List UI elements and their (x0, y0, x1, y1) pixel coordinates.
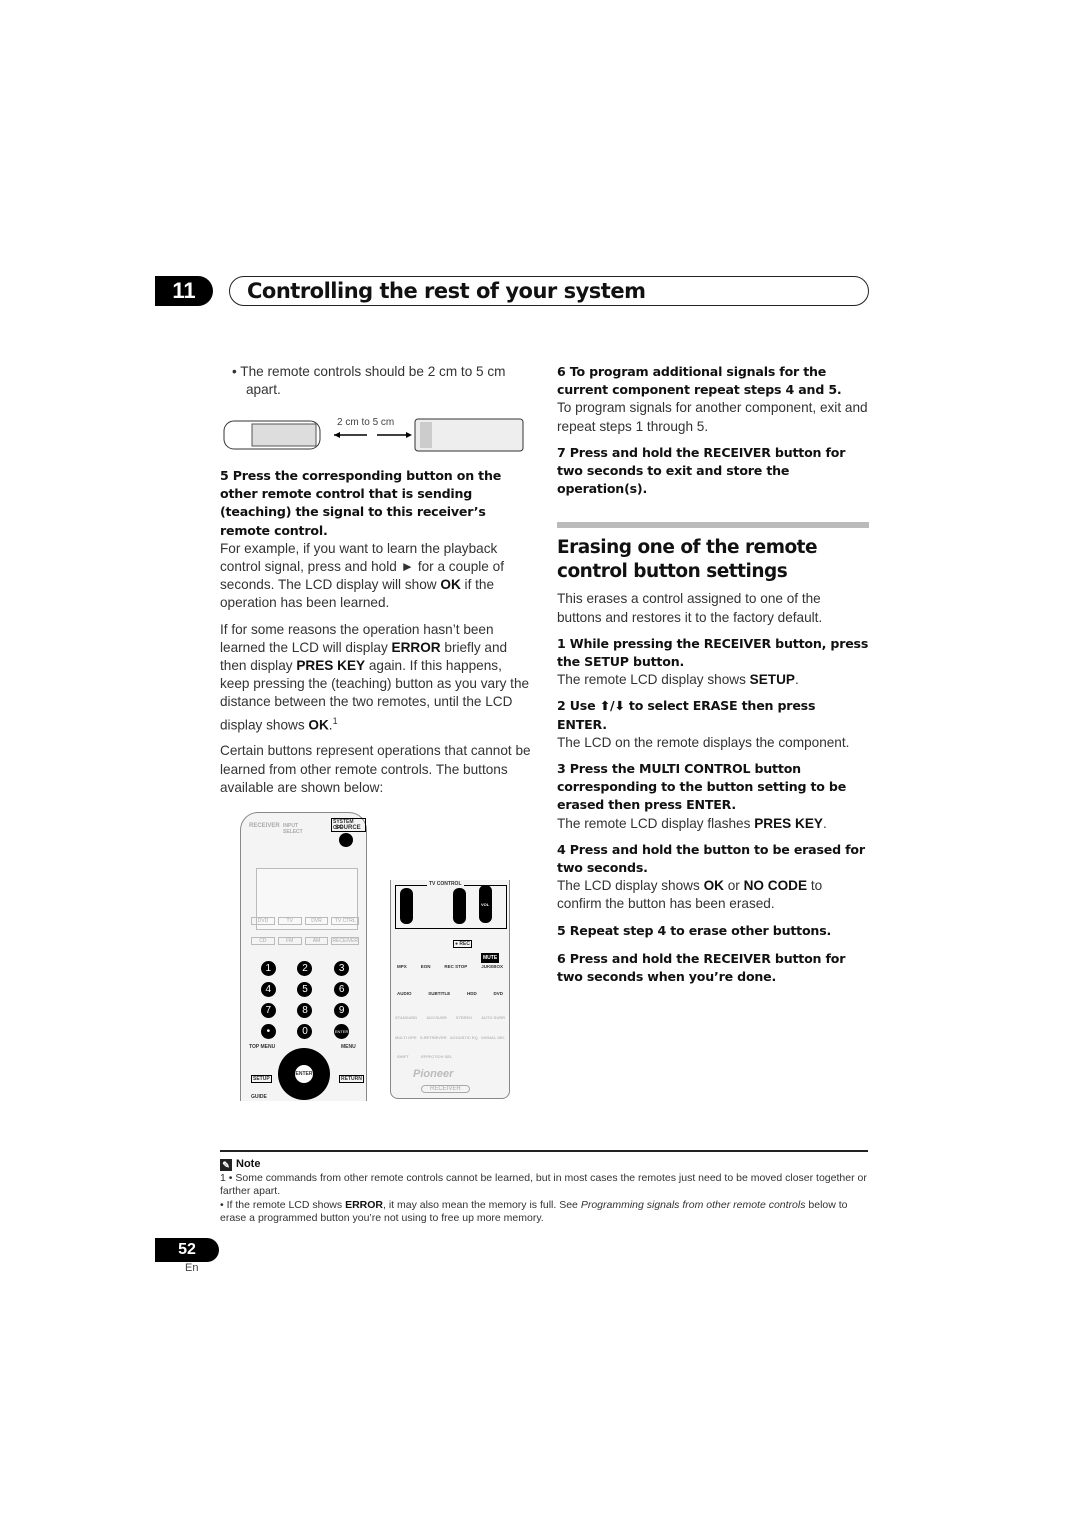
erase-step-2-text: The LCD on the remote displays the compo… (557, 734, 850, 750)
rec-label: ● REC (453, 940, 472, 948)
digit-button[interactable]: 7 (260, 1003, 276, 1018)
section-divider (557, 522, 869, 529)
footnote-ref[interactable]: 1 (333, 716, 338, 726)
digit-button[interactable]: 6 (334, 982, 350, 997)
enter-button[interactable]: ENTER (293, 1063, 315, 1085)
language-label: En (185, 1262, 199, 1274)
input-button[interactable]: DVR (304, 917, 329, 925)
left-column-top: • The remote controls should be 2 cm to … (232, 363, 522, 407)
mute-button[interactable]: MUTE (481, 953, 500, 963)
digit-button[interactable]: • (260, 1024, 276, 1039)
remote-figure: RECEIVER INPUT SELECT SYSTEM OFF SOURCE … (240, 812, 530, 1111)
distance-label: 2 cm to 5 cm (337, 417, 395, 428)
digit-button[interactable]: 8 (297, 1003, 313, 1018)
shift-label: SHIFT (397, 1054, 409, 1059)
input-button[interactable]: TV CTRL (331, 917, 359, 925)
pioneer-logo: Pioneer (413, 1068, 454, 1080)
step-6-title: 6 To program additional signals for the … (557, 364, 842, 398)
cross-reference-link[interactable]: Programming signals from other remote co… (581, 1199, 806, 1211)
input-button[interactable]: CD (251, 937, 275, 945)
digit-button[interactable]: 5 (297, 982, 313, 997)
guide-label: GUIDE (251, 1094, 267, 1100)
section-title: Erasing one of the remote control button… (557, 537, 818, 583)
sub-remote: TV CONTROL VOL ● REC MUTE MPX EON REC STOP… (390, 880, 510, 1099)
erase-step-4-text: The LCD display shows OK or NO CODE to c… (557, 878, 823, 912)
note-heading: ✎ Note (220, 1158, 868, 1172)
number-pad: 1 2 3 4 5 6 7 8 9 • 0 ENTER (257, 961, 353, 1039)
digit-button[interactable]: 0 (297, 1024, 313, 1039)
vol-label: VOL (481, 902, 490, 907)
input-buttons: DVD TV DVR TV CTRL CD FM AM RECEIVER (251, 917, 359, 945)
erase-step-3-text: The remote LCD display flashes PRES KEY. (557, 815, 827, 831)
return-label: RETURN (339, 1075, 364, 1083)
receiver-power-label: RECEIVER (249, 823, 280, 829)
paragraph-error: If for some reasons the operation hasn’t… (220, 621, 530, 733)
note-section: ✎ Note 1 • Some commands from other remot… (220, 1150, 868, 1226)
bullet-text: The remote controls should be 2 cm to 5 … (240, 364, 506, 398)
tv-control-label: TV CONTROL (427, 881, 464, 887)
section-intro: This erases a control assigned to one of… (557, 591, 823, 625)
digit-button[interactable]: 4 (260, 982, 276, 997)
input-button[interactable]: RECEIVER (331, 937, 359, 945)
note-line-2: • If the remote LCD shows ERROR, it may … (220, 1198, 848, 1225)
input-button[interactable]: DVD (251, 917, 275, 925)
surround-labels: STANDARD ADV.SURR STEREO AUTO SURR (395, 1015, 505, 1020)
input-button[interactable]: AM (304, 937, 329, 945)
chapter-title: Controlling the rest of your system (247, 279, 646, 303)
page-number: 52 (155, 1238, 219, 1262)
surround2-labels: MULTI OPE S.RETRIEVER ACOUSTIC EQ SIGNAL SE… (395, 1035, 505, 1040)
digit-button[interactable]: 3 (334, 961, 350, 976)
tv-ch-rocker[interactable] (453, 888, 466, 924)
receiver-button[interactable]: RECEIVER (421, 1085, 470, 1093)
erase-step-1-title: 1 While pressing the RECEIVER button, pr… (557, 635, 869, 670)
erase-step-1-text: The remote LCD display shows SETUP. (557, 672, 799, 688)
erase-step-3-title: 3 Press the MULTI CONTROL button corresp… (557, 761, 847, 813)
digit-button[interactable]: 1 (260, 961, 276, 976)
digit-button[interactable]: 9 (334, 1003, 350, 1018)
left-column: 5 Press the corresponding button on the … (220, 467, 532, 805)
erase-step-5-title: 5 Repeat step 4 to erase other buttons. (557, 922, 832, 938)
main-remote: RECEIVER INPUT SELECT SYSTEM OFF SOURCE … (240, 812, 367, 1111)
paragraph-example: For example, if you want to learn the pl… (220, 540, 504, 611)
transport-labels: MPX EON REC STOP JUKEBOX (397, 964, 503, 969)
input-select-label: INPUT SELECT (283, 823, 303, 835)
pencil-icon: ✎ (220, 1158, 232, 1171)
input-button[interactable]: FM (277, 937, 302, 945)
erase-step-4-title: 4 Press and hold the button to be erased… (557, 841, 865, 876)
source-label: SOURCE (335, 825, 361, 831)
menu-label: MENU (341, 1044, 356, 1050)
note-line-1: 1 • Some commands from other remote cont… (220, 1171, 867, 1198)
chapter-header: Controlling the rest of your system (229, 276, 869, 306)
top-menu-label: TOP MENU (249, 1044, 276, 1050)
audio-labels: AUDIO SUBTITLE HDD DVD (397, 991, 503, 996)
right-column: 6 To program additional signals for the … (557, 363, 869, 994)
setup-label: SETUP (251, 1075, 272, 1083)
tv-vol-rocker[interactable] (400, 888, 413, 924)
input-button[interactable]: TV (277, 917, 302, 925)
erase-step-2-title: 2 Use ⬆/⬇ to select ERASE then press ENT… (557, 698, 816, 732)
step-5-title: 5 Press the corresponding button on the … (220, 468, 502, 538)
step-6-text: To program signals for another component… (557, 400, 868, 434)
manual-page: 11 Controlling the rest of your system •… (0, 0, 1080, 1528)
note-heading-text: Note (236, 1158, 261, 1170)
erase-step-6-title: 6 Press and hold the RECEIVER button for… (557, 950, 846, 985)
chapter-number: 11 (155, 276, 213, 306)
source-power-button[interactable] (339, 833, 353, 847)
bullet-distance: • The remote controls should be 2 cm to … (232, 364, 506, 398)
paragraph-certain-buttons: Certain buttons represent operations tha… (220, 743, 531, 795)
digit-button[interactable]: 2 (297, 961, 313, 976)
enter-small-button[interactable]: ENTER (334, 1024, 350, 1039)
step-7-title: 7 Press and hold the RECEIVER button for… (557, 444, 846, 497)
effect-label: EFFECT/CH SEL (421, 1054, 453, 1059)
